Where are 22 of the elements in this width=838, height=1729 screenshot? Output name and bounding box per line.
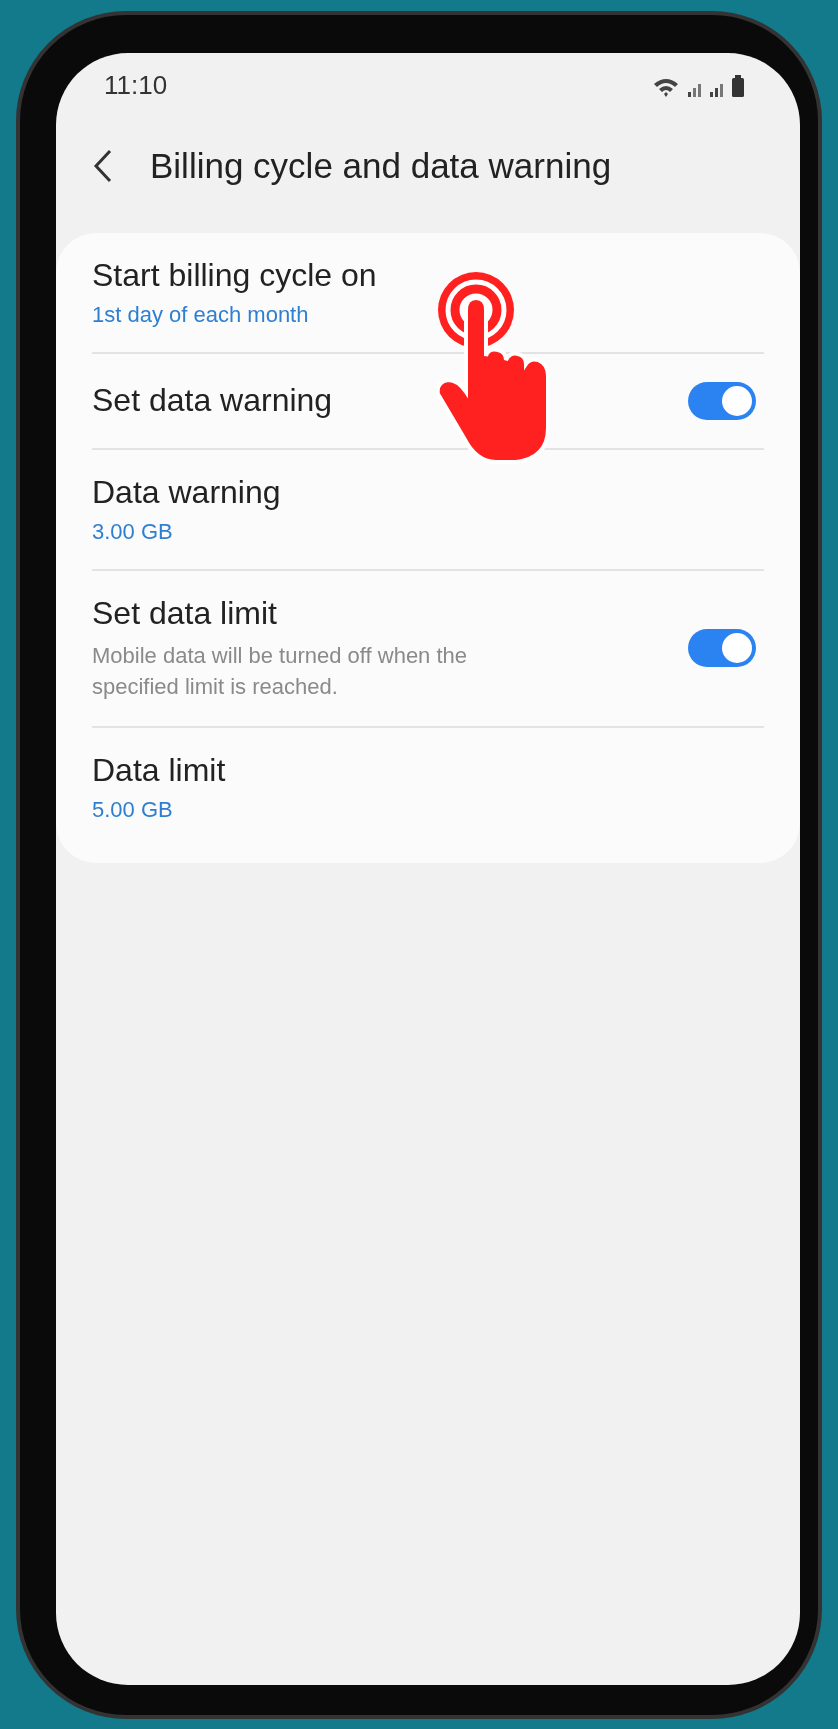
setting-title: Set data limit [92,594,278,632]
settings-row[interactable]: Data limit 5.00 GB [56,727,800,847]
toggle-switch[interactable] [688,381,756,420]
setting-value: 3.00 GB [92,518,174,545]
signal-icon [688,83,701,97]
status-time: 11:10 [104,70,168,101]
settings-row[interactable]: Set data warning [56,353,800,448]
settings-row[interactable]: Data warning 3.00 GB [56,449,800,569]
toggle-switch[interactable] [688,629,756,667]
back-icon[interactable] [92,147,114,184]
setting-description: Mobile data will be turned off when the specified limit is reached. [92,641,469,701]
setting-title: Set data warning [92,382,333,419]
signal-icon [710,83,723,97]
screen-title: Billing cycle and data warning [150,145,612,186]
settings-row[interactable]: Set data limit Mobile data will be turned off when the specified limit is reached. [56,570,800,726]
setting-title: Data limit [92,751,226,789]
setting-title: Data warning [92,473,281,511]
setting-value: 1st day of each month [92,301,310,328]
setting-value: 5.00 GB [92,796,174,823]
settings-row[interactable]: Start billing cycle on 1st day of each month [56,232,800,352]
setting-title: Start billing cycle on [92,256,377,294]
battery-icon [732,74,744,97]
